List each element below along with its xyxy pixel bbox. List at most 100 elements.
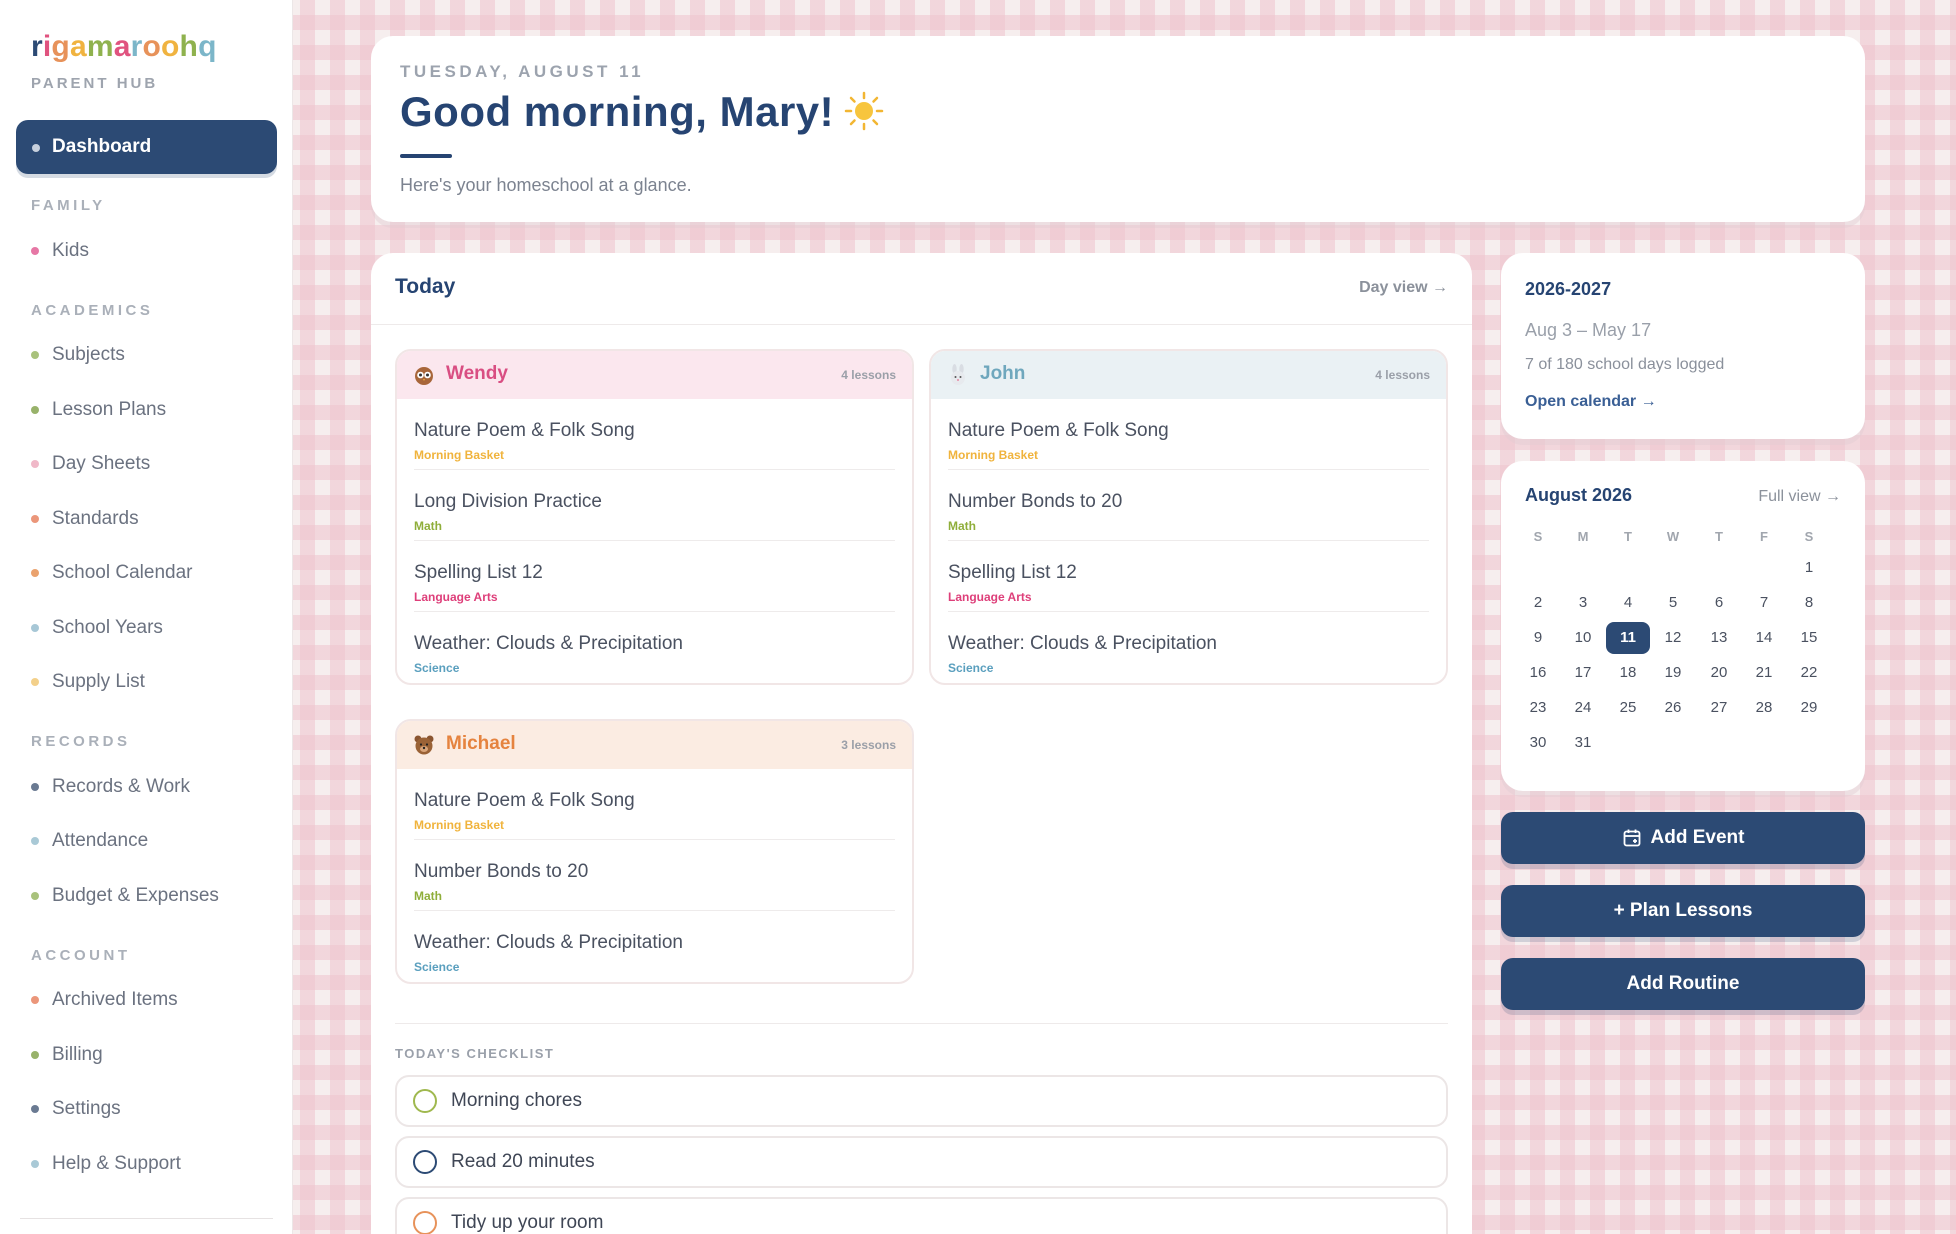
- lesson-item[interactable]: Number Bonds to 20 Math: [948, 470, 1429, 541]
- calendar-day[interactable]: 1: [1787, 552, 1831, 584]
- section-family: FAMILY: [31, 197, 106, 214]
- sidebar-item-budget-expenses[interactable]: Budget & Expenses: [31, 883, 219, 909]
- calendar-day[interactable]: 31: [1561, 727, 1605, 759]
- sidebar-item-label: Budget & Expenses: [52, 885, 219, 906]
- calendar-day[interactable]: 2: [1516, 587, 1560, 619]
- calendar-day[interactable]: 5: [1651, 587, 1695, 619]
- sidebar-item-billing[interactable]: Billing: [31, 1042, 103, 1068]
- calendar-day[interactable]: 19: [1651, 657, 1695, 689]
- lesson-item[interactable]: Weather: Clouds & Precipitation Science: [414, 911, 895, 982]
- checklist-label: TODAY'S CHECKLIST: [395, 1046, 555, 1061]
- checklist-item[interactable]: Tidy up your room: [395, 1197, 1448, 1234]
- bullet-icon: [31, 892, 39, 900]
- lesson-title: Nature Poem & Folk Song: [414, 420, 635, 441]
- calendar-day[interactable]: 4: [1606, 587, 1650, 619]
- calendar-day[interactable]: 13: [1697, 622, 1741, 654]
- add-routine-button[interactable]: Add Routine: [1501, 958, 1865, 1010]
- checkbox-circle-icon[interactable]: [413, 1211, 437, 1234]
- day-view-link[interactable]: Day view →: [1359, 279, 1448, 297]
- checklist-item[interactable]: Read 20 minutes: [395, 1136, 1448, 1188]
- logo-letter: o: [161, 30, 180, 63]
- brand-logo[interactable]: rigamaroohq: [31, 30, 217, 64]
- sidebar-item-records-work[interactable]: Records & Work: [31, 774, 190, 800]
- bullet-icon: [31, 1160, 39, 1168]
- full-view-link[interactable]: Full view →: [1758, 488, 1841, 506]
- logo-letter: q: [198, 30, 217, 63]
- logo-letter: a: [69, 30, 87, 63]
- calendar-day[interactable]: 25: [1606, 692, 1650, 724]
- calendar-day[interactable]: 29: [1787, 692, 1831, 724]
- lesson-item[interactable]: Nature Poem & Folk Song Morning Basket: [414, 399, 895, 470]
- sidebar-item-kids[interactable]: Kids: [31, 238, 89, 264]
- lesson-item[interactable]: Long Division Practice Math: [414, 470, 895, 541]
- calendar-day[interactable]: 30: [1516, 727, 1560, 759]
- sidebar-item-settings[interactable]: Settings: [31, 1096, 121, 1122]
- sidebar-item-archived-items[interactable]: Archived Items: [31, 987, 178, 1013]
- open-calendar-link[interactable]: Open calendar →: [1525, 393, 1657, 411]
- calendar-day[interactable]: 17: [1561, 657, 1605, 689]
- lesson-item[interactable]: Number Bonds to 20 Math: [414, 840, 895, 911]
- lesson-title: Weather: Clouds & Precipitation: [414, 932, 683, 953]
- bullet-icon: [31, 678, 39, 686]
- calendar-day[interactable]: 6: [1697, 587, 1741, 619]
- checkbox-circle-icon[interactable]: [413, 1089, 437, 1113]
- checklist-item[interactable]: Morning chores: [395, 1075, 1448, 1127]
- calendar-day[interactable]: 21: [1742, 657, 1786, 689]
- sidebar-item-help-support[interactable]: Help & Support: [31, 1151, 181, 1177]
- calendar-day[interactable]: 9: [1516, 622, 1560, 654]
- sidebar-item-label: Billing: [52, 1044, 103, 1065]
- calendar-day[interactable]: 3: [1561, 587, 1605, 619]
- calendar-day[interactable]: 18: [1606, 657, 1650, 689]
- sidebar-item-lesson-plans[interactable]: Lesson Plans: [31, 397, 166, 423]
- sidebar-item-attendance[interactable]: Attendance: [31, 828, 148, 854]
- kid-card-header[interactable]: John 4 lessons: [931, 351, 1446, 399]
- calendar-day[interactable]: 27: [1697, 692, 1741, 724]
- checkbox-circle-icon[interactable]: [413, 1150, 437, 1174]
- lesson-subject: Science: [414, 960, 460, 974]
- sidebar-item-subjects[interactable]: Subjects: [31, 342, 125, 368]
- kid-card-header[interactable]: Wendy 4 lessons: [397, 351, 912, 399]
- calendar-day[interactable]: 20: [1697, 657, 1741, 689]
- calendar-day[interactable]: 24: [1561, 692, 1605, 724]
- calendar-day[interactable]: 7: [1742, 587, 1786, 619]
- calendar-day[interactable]: 28: [1742, 692, 1786, 724]
- sidebar-item-school-years[interactable]: School Years: [31, 615, 163, 641]
- lesson-subject: Morning Basket: [414, 818, 505, 832]
- lesson-item[interactable]: Nature Poem & Folk Song Morning Basket: [948, 399, 1429, 470]
- calendar-day[interactable]: 12: [1651, 622, 1695, 654]
- calendar-day[interactable]: 14: [1742, 622, 1786, 654]
- sidebar-item-day-sheets[interactable]: Day Sheets: [31, 451, 150, 477]
- calendar-day[interactable]: 26: [1651, 692, 1695, 724]
- kid-card-header[interactable]: Michael 3 lessons: [397, 721, 912, 769]
- school-year-card: 2026-2027 Aug 3 – May 17 7 of 180 school…: [1501, 253, 1865, 439]
- sidebar-item-dashboard[interactable]: Dashboard: [16, 120, 277, 174]
- lesson-count: 3 lessons: [841, 738, 896, 752]
- bullet-icon: [31, 783, 39, 791]
- lesson-item[interactable]: Spelling List 12 Language Arts: [948, 541, 1429, 612]
- lesson-item[interactable]: Weather: Clouds & Precipitation Science: [414, 612, 895, 683]
- calendar-day[interactable]: 15: [1787, 622, 1831, 654]
- calendar-day[interactable]: 10: [1561, 622, 1605, 654]
- lesson-item[interactable]: Spelling List 12 Language Arts: [414, 541, 895, 612]
- calendar-day-selected[interactable]: 11: [1606, 622, 1650, 654]
- lesson-subject: Math: [414, 519, 442, 533]
- greeting-subtitle: Here's your homeschool at a glance.: [400, 175, 692, 195]
- lesson-item[interactable]: Weather: Clouds & Precipitation Science: [948, 612, 1429, 683]
- lesson-item[interactable]: Nature Poem & Folk Song Morning Basket: [414, 769, 895, 840]
- plan-lessons-label: + Plan Lessons: [1613, 900, 1753, 921]
- sidebar-item-school-calendar[interactable]: School Calendar: [31, 560, 192, 586]
- calendar-day[interactable]: 23: [1516, 692, 1560, 724]
- lesson-title: Weather: Clouds & Precipitation: [414, 633, 683, 654]
- sidebar-item-standards[interactable]: Standards: [31, 506, 139, 532]
- calendar-day[interactable]: 22: [1787, 657, 1831, 689]
- add-event-button[interactable]: Add Event: [1501, 812, 1865, 864]
- lesson-count: 4 lessons: [1375, 368, 1430, 382]
- greeting-title: Good morning, Mary!: [400, 86, 884, 136]
- lesson-title: Number Bonds to 20: [414, 861, 589, 882]
- plan-lessons-button[interactable]: + Plan Lessons: [1501, 885, 1865, 937]
- sidebar-item-supply-list[interactable]: Supply List: [31, 669, 145, 695]
- bullet-icon: [31, 1051, 39, 1059]
- calendar-day[interactable]: 16: [1516, 657, 1560, 689]
- calendar-day[interactable]: 8: [1787, 587, 1831, 619]
- sidebar-item-label: Records & Work: [52, 776, 190, 797]
